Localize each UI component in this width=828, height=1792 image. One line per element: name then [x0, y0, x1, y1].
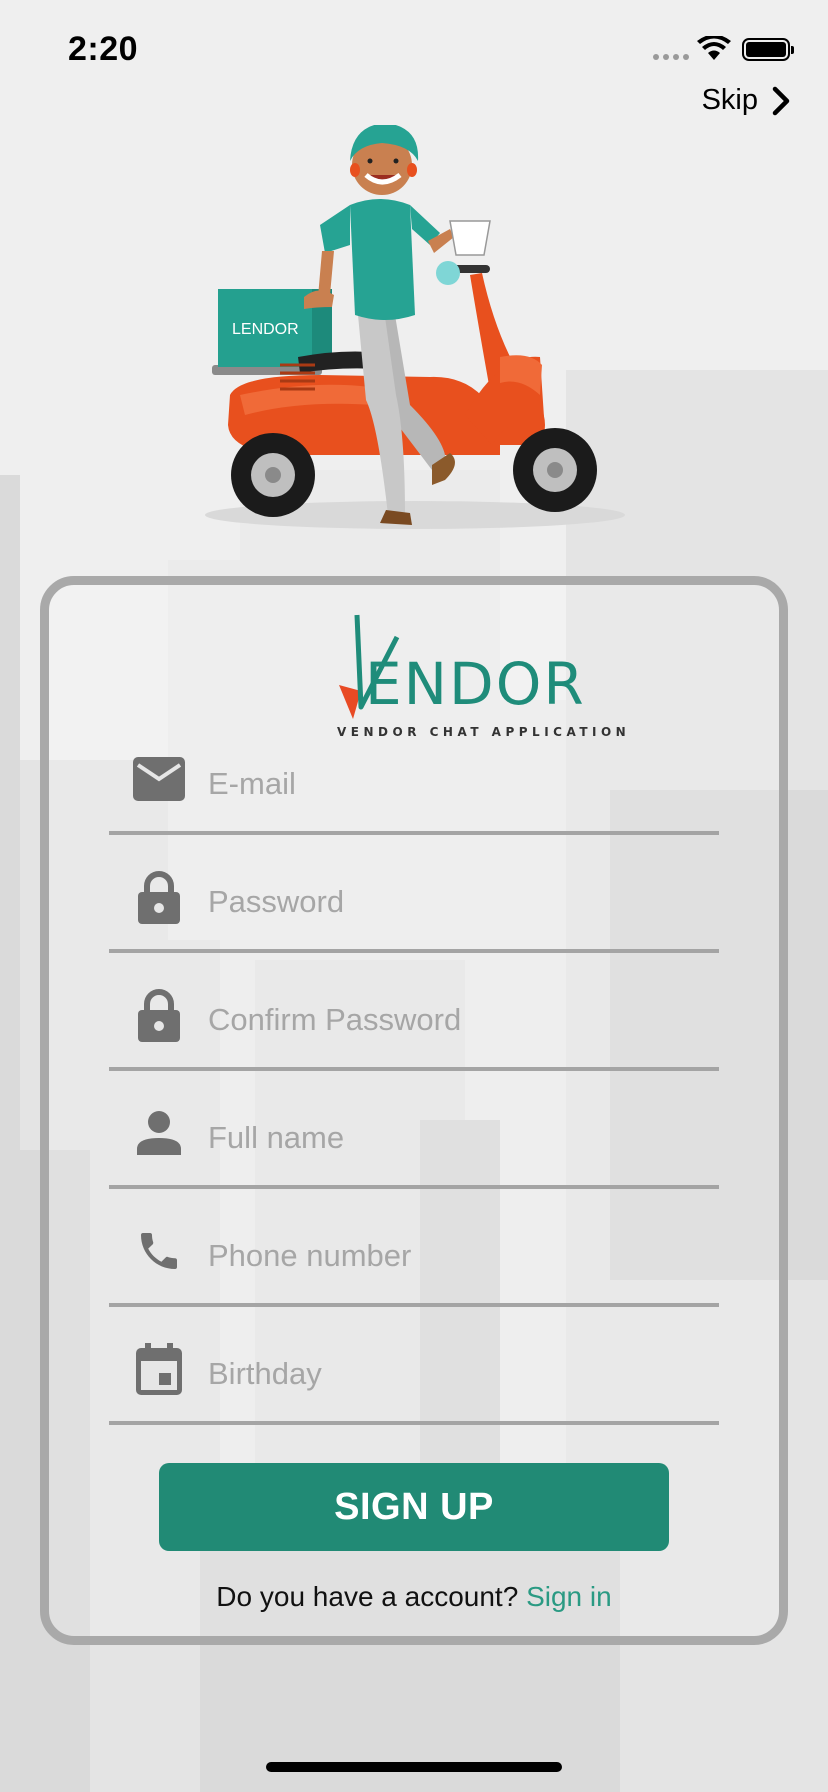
delivery-illustration: LENDOR	[205, 125, 625, 529]
sign-in-link[interactable]: Sign in	[526, 1581, 612, 1612]
lock-icon	[133, 989, 185, 1042]
birthday-field-row	[109, 1307, 719, 1425]
box-label: LENDOR	[232, 321, 299, 338]
person-icon	[133, 1107, 185, 1159]
calendar-icon	[133, 1343, 185, 1395]
battery-icon	[742, 38, 794, 61]
signup-card: ENDOR VENDOR CHAT APPLICATION E-mail Ful…	[40, 576, 788, 1645]
confirm-password-field-row	[109, 953, 719, 1071]
full-name-field-row	[109, 1071, 719, 1189]
email-input[interactable]	[208, 759, 698, 809]
phone-field-row	[109, 1189, 719, 1307]
skip-button[interactable]: Skip	[702, 84, 790, 117]
skip-label: Skip	[701, 84, 758, 116]
email-field-row	[109, 717, 719, 835]
phone-icon	[133, 1225, 185, 1277]
signin-prompt: Do you have a account? Sign in	[49, 1581, 779, 1613]
chevron-right-icon	[772, 86, 790, 115]
full-name-input[interactable]	[208, 1113, 698, 1163]
wifi-icon	[697, 36, 731, 60]
mail-icon	[133, 753, 185, 805]
account-prompt-text: Do you have a account?	[216, 1581, 519, 1612]
cellular-signal-icon	[653, 54, 689, 60]
status-time: 2:20	[68, 30, 139, 68]
phone-input[interactable]	[208, 1231, 698, 1281]
birthday-input[interactable]	[208, 1349, 698, 1399]
lock-icon	[133, 871, 185, 924]
password-field-row	[109, 835, 719, 953]
logo-wordmark: ENDOR	[365, 650, 586, 718]
home-indicator[interactable]	[266, 1762, 562, 1772]
confirm-password-input[interactable]	[208, 995, 698, 1045]
password-input[interactable]	[208, 877, 698, 927]
sign-up-button[interactable]: SIGN UP	[159, 1463, 669, 1551]
